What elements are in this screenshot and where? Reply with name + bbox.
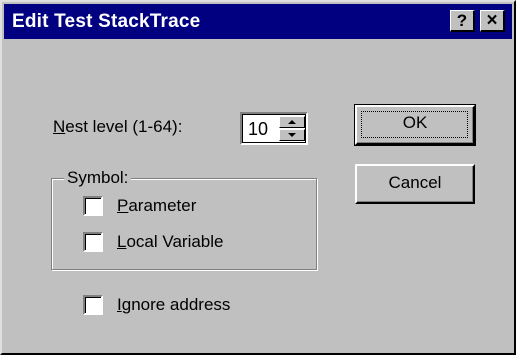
close-button[interactable]: ×: [480, 10, 505, 32]
parameter-label-text: arameter: [128, 196, 197, 215]
symbol-group-legend: Symbol:: [64, 168, 132, 188]
dialog-title: Edit Test StackTrace: [12, 11, 201, 32]
nest-level-input[interactable]: 10: [248, 119, 268, 140]
ignore-address-label-text: gnore address: [121, 295, 231, 314]
ok-button[interactable]: OK: [354, 104, 476, 146]
spin-down-icon[interactable]: [279, 129, 305, 141]
nest-level-label: Nest level (1-64):: [53, 117, 182, 137]
parameter-mnemonic: P: [117, 196, 129, 215]
edit-stacktrace-dialog: Edit Test StackTrace ? × Nest level (1-6…: [0, 0, 516, 355]
ok-button-label: OK: [402, 113, 428, 132]
close-icon: ×: [486, 10, 498, 31]
nest-level-mnemonic: N: [53, 117, 66, 136]
local-variable-label-text: ocal Variable: [126, 232, 224, 251]
parameter-label[interactable]: Parameter: [117, 196, 196, 216]
spin-up-icon[interactable]: [279, 116, 305, 128]
title-bar[interactable]: Edit Test StackTrace ? ×: [4, 4, 512, 39]
help-icon: ?: [456, 11, 468, 30]
cancel-button[interactable]: Cancel: [355, 164, 475, 204]
help-button[interactable]: ?: [450, 10, 475, 32]
symbol-groupbox: [51, 178, 317, 270]
ignore-address-label[interactable]: Ignore address: [117, 295, 230, 315]
local-variable-label[interactable]: Local Variable: [117, 232, 224, 252]
cancel-button-label: Cancel: [388, 173, 442, 192]
nest-level-spinner[interactable]: 10: [240, 112, 308, 145]
parameter-checkbox[interactable]: [83, 196, 103, 216]
spinner-arrows: [279, 116, 305, 141]
ignore-address-checkbox[interactable]: [83, 295, 103, 315]
nest-level-label-text: est level (1-64):: [65, 117, 183, 136]
local-variable-checkbox[interactable]: [83, 232, 103, 252]
